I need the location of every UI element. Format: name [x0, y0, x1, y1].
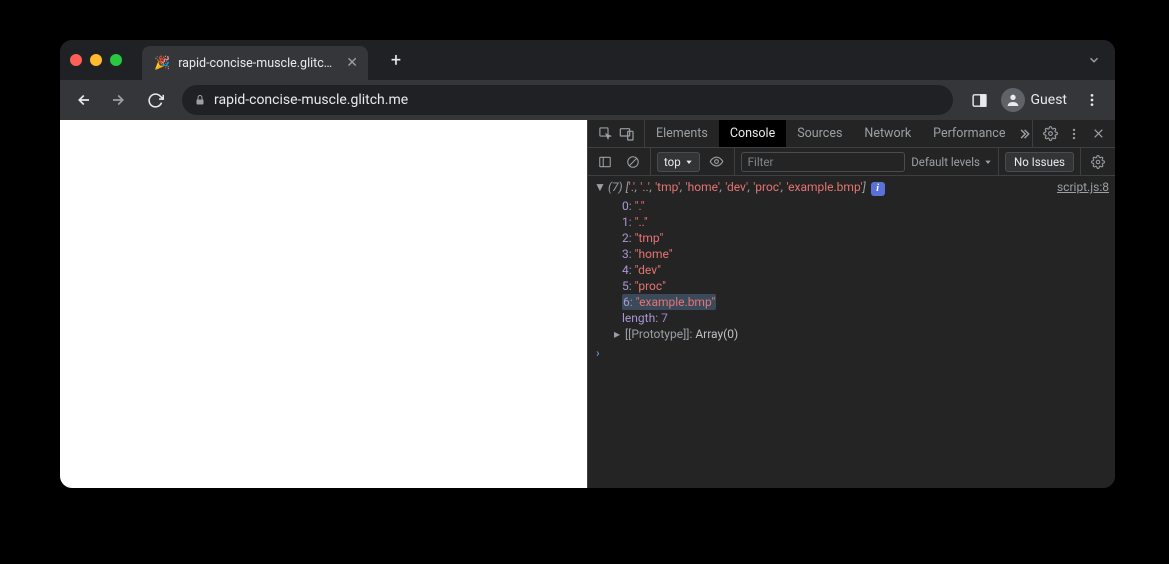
issues-label: No Issues	[1014, 155, 1065, 169]
profile-button[interactable]: Guest	[1001, 88, 1071, 112]
array-entry-row: 2: "tmp"	[588, 230, 1115, 246]
maximize-window-button[interactable]	[110, 54, 122, 66]
info-icon[interactable]: i	[871, 182, 885, 196]
devtools-tab-performance[interactable]: Performance	[922, 120, 1016, 147]
devtools-tab-console[interactable]: Console	[719, 120, 786, 147]
forward-button[interactable]	[104, 85, 134, 115]
avatar-icon	[1001, 88, 1025, 112]
length-value: 7	[661, 311, 668, 325]
expand-arrow-icon[interactable]: ▼	[594, 180, 604, 194]
close-tab-icon[interactable]: ✕	[346, 55, 358, 71]
array-inline-item: '..'	[640, 180, 650, 194]
tabs-menu-icon[interactable]	[1087, 53, 1101, 67]
console-output[interactable]: ▼ (7) ['.', '..', 'tmp', 'home', 'dev', …	[588, 176, 1115, 488]
array-inline-item: 'dev'	[725, 180, 748, 194]
inspect-element-icon[interactable]	[594, 123, 616, 145]
console-settings-icon[interactable]	[1087, 151, 1109, 173]
issues-chip[interactable]: No Issues	[1005, 152, 1074, 172]
devtools-panel: ElementsConsoleSourcesNetworkPerformance	[587, 120, 1115, 488]
tab-strip: 🎉 rapid-concise-muscle.glitch.m ✕ +	[60, 40, 1115, 80]
console-sidebar-toggle-icon[interactable]	[594, 151, 616, 173]
browser-toolbar: rapid-concise-muscle.glitch.me Guest	[60, 80, 1115, 120]
more-tabs-icon[interactable]	[1016, 123, 1032, 145]
console-toolbar: top Default levels No Issues	[588, 148, 1115, 176]
window-controls	[70, 54, 122, 66]
array-inline-item: 'example.bmp'	[786, 180, 862, 194]
reload-button[interactable]	[140, 85, 170, 115]
clear-console-icon[interactable]	[622, 151, 644, 173]
array-entry-row: 5: "proc"	[588, 278, 1115, 294]
context-selector[interactable]: top	[657, 152, 700, 172]
log-levels-selector[interactable]: Default levels	[911, 155, 992, 169]
devtools-kebab-icon[interactable]	[1063, 123, 1085, 145]
devtools-right-icons	[1032, 120, 1115, 147]
tab-title: rapid-concise-muscle.glitch.m	[178, 56, 338, 71]
length-key: length	[622, 311, 655, 325]
array-entry-row: 6: "example.bmp"	[588, 294, 1115, 310]
address-bar[interactable]: rapid-concise-muscle.glitch.me	[182, 85, 953, 115]
console-prompt[interactable]: ›	[588, 342, 1115, 364]
array-entry-row: 3: "home"	[588, 246, 1115, 262]
devtools-close-icon[interactable]	[1087, 123, 1109, 145]
side-panel-icon[interactable]	[965, 85, 995, 115]
devtools-settings-icon[interactable]	[1039, 123, 1061, 145]
array-entry-row: 0: "."	[588, 198, 1115, 214]
new-tab-button[interactable]: +	[382, 46, 410, 74]
array-inline-item: 'proc'	[753, 180, 781, 194]
devtools-tab-elements[interactable]: Elements	[645, 120, 719, 147]
content-area: ElementsConsoleSourcesNetworkPerformance	[60, 120, 1115, 488]
browser-window: 🎉 rapid-concise-muscle.glitch.m ✕ + rapi…	[60, 40, 1115, 488]
prototype-value: Array(0)	[695, 327, 738, 341]
prototype-row[interactable]: ▸ [[Prototype]]: Array(0)	[588, 326, 1115, 342]
page-viewport[interactable]	[60, 120, 587, 488]
profile-label: Guest	[1031, 92, 1067, 108]
array-inline-item: 'home'	[686, 180, 720, 194]
close-window-button[interactable]	[70, 54, 82, 66]
live-expression-icon[interactable]	[706, 151, 728, 173]
console-log-row[interactable]: ▼ (7) ['.', '..', 'tmp', 'home', 'dev', …	[588, 180, 1115, 198]
array-entry-row: 1: ".."	[588, 214, 1115, 230]
log-levels-label: Default levels	[911, 155, 980, 169]
url-text: rapid-concise-muscle.glitch.me	[214, 92, 408, 108]
array-inline-item: 'tmp'	[655, 180, 680, 194]
lock-icon	[194, 94, 206, 106]
devtools-left-icons	[588, 120, 645, 147]
array-length-badge: (7)	[608, 180, 623, 194]
devtools-tab-sources[interactable]: Sources	[786, 120, 853, 147]
devtools-tabs: ElementsConsoleSourcesNetworkPerformance	[588, 120, 1115, 148]
tab-favicon: 🎉	[154, 56, 170, 71]
browser-tab[interactable]: 🎉 rapid-concise-muscle.glitch.m ✕	[142, 46, 368, 80]
devtools-tab-network[interactable]: Network	[853, 120, 922, 147]
device-toolbar-icon[interactable]	[616, 123, 638, 145]
context-label: top	[664, 155, 681, 169]
source-link[interactable]: script.js:8	[1057, 180, 1109, 194]
prototype-label: [[Prototype]]	[625, 327, 689, 341]
array-entry-row: 4: "dev"	[588, 262, 1115, 278]
kebab-menu-icon[interactable]	[1077, 85, 1107, 115]
array-length-row: length: 7	[588, 310, 1115, 326]
console-filter-input[interactable]	[741, 152, 906, 172]
array-summary: (7) ['.', '..', 'tmp', 'home', 'dev', 'p…	[608, 180, 1043, 196]
minimize-window-button[interactable]	[90, 54, 102, 66]
back-button[interactable]	[68, 85, 98, 115]
